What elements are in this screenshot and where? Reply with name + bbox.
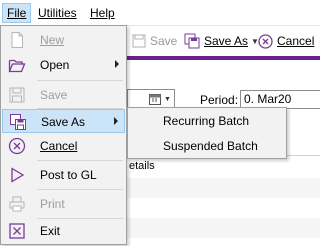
menu-item-label: Print: [40, 197, 65, 211]
toolbar-cancel-button[interactable]: Cancel: [258, 32, 314, 50]
toolbar-save-as-label: Save As: [204, 34, 249, 48]
submenu-item-label: Suspended Batch: [163, 139, 258, 153]
submenu-item-recurring-batch[interactable]: Recurring Batch: [129, 109, 285, 133]
save-as-icon: [184, 33, 200, 49]
menu-file[interactable]: File: [2, 3, 32, 23]
menu-item-new[interactable]: New: [2, 28, 125, 52]
exit-icon: [9, 223, 25, 239]
calendar-icon[interactable]: [149, 93, 161, 105]
menu-utilities-label: Utilities: [38, 6, 77, 20]
toolbar-save-button[interactable]: Save: [132, 32, 177, 50]
save-as-submenu: Recurring Batch Suspended Batch: [127, 107, 287, 159]
chevron-down-icon[interactable]: ▼: [164, 96, 171, 103]
submenu-item-suspended-batch[interactable]: Suspended Batch: [129, 134, 285, 158]
menu-separator: [37, 189, 123, 190]
menu-item-save-as[interactable]: Save As: [2, 109, 125, 133]
cancel-icon: [258, 33, 273, 49]
grid-header-label: etails: [129, 160, 155, 172]
save-icon: [9, 87, 25, 103]
table-row[interactable]: [127, 178, 320, 198]
menu-item-cancel[interactable]: Cancel: [2, 134, 125, 158]
menu-item-label: New: [40, 33, 65, 47]
menu-item-save[interactable]: Save: [2, 83, 125, 107]
menu-item-post-to-gl[interactable]: Post to GL: [2, 163, 125, 187]
menu-item-label: Open: [40, 58, 70, 72]
play-icon: [11, 167, 25, 183]
save-as-icon: [10, 114, 26, 130]
menu-item-print[interactable]: Print: [2, 192, 125, 216]
menu-item-label: Cancel: [40, 139, 78, 153]
period-label: Period:: [200, 93, 239, 107]
accent-bar: [127, 56, 320, 60]
save-icon: [132, 34, 146, 48]
menu-file-label: File: [7, 6, 27, 20]
menu-separator: [37, 80, 123, 81]
toolbar-save-as-button[interactable]: Save As ▼: [184, 32, 259, 50]
menu-bar: File Utilities Help: [0, 0, 320, 26]
open-folder-icon: [8, 59, 26, 73]
menu-separator: [37, 160, 123, 161]
submenu-item-label: Recurring Batch: [163, 114, 250, 128]
toolbar: Save Save As ▼ Cancel: [127, 27, 320, 55]
new-doc-icon: [11, 32, 23, 48]
menu-utilities[interactable]: Utilities: [34, 4, 81, 22]
table-row[interactable]: [127, 218, 320, 238]
menu-item-open[interactable]: Open: [2, 53, 125, 77]
menu-item-label: Exit: [40, 224, 61, 238]
toolbar-cancel-label: Cancel: [277, 34, 315, 48]
menu-item-label: Save As: [41, 115, 86, 129]
toolbar-save-label: Save: [150, 34, 178, 48]
cancel-icon: [8, 137, 26, 155]
file-menu: New Open Save Save As Cancel Post to GL …: [0, 25, 127, 245]
menu-item-label: Save: [40, 88, 68, 102]
menu-item-exit[interactable]: Exit: [2, 219, 125, 243]
date-combo[interactable]: ▼: [127, 89, 175, 109]
menu-help-label: Help: [90, 6, 115, 20]
menu-help[interactable]: Help: [86, 4, 119, 22]
chevron-right-icon: [115, 60, 119, 68]
details-grid: etails: [127, 155, 320, 246]
menu-item-label: Post to GL: [40, 168, 97, 182]
printer-icon: [9, 196, 25, 212]
chevron-right-icon: [114, 117, 118, 125]
